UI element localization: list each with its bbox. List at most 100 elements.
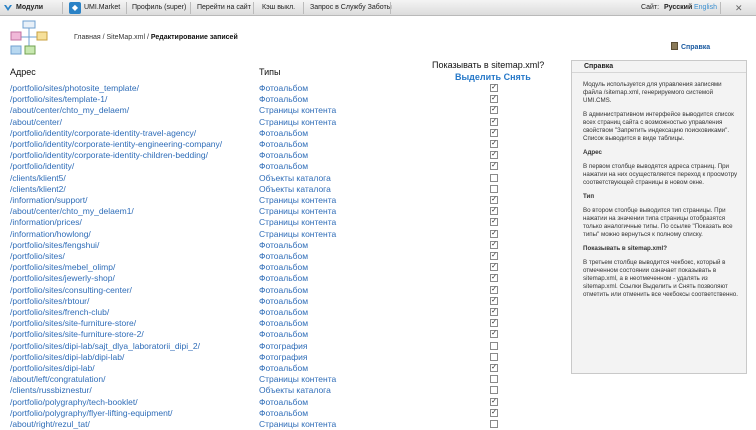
page-url-link[interactable]: /about/center/chto_my_delaem/ — [10, 105, 129, 116]
page-type-link[interactable]: Страницы контента — [259, 195, 336, 206]
clear-all-link[interactable]: Снять — [504, 72, 531, 82]
show-in-sitemap-checkbox[interactable] — [490, 375, 498, 384]
page-type-link[interactable]: Фотография — [259, 352, 307, 363]
page-url-link[interactable]: /about/right/rezul_tat/ — [10, 419, 90, 430]
page-type-link[interactable]: Объекты каталога — [259, 385, 331, 396]
page-url-link[interactable]: /portfolio/sites/ — [10, 251, 65, 262]
page-url-link[interactable]: /portfolio/sites/french-club/ — [10, 307, 109, 318]
page-type-link[interactable]: Страницы контента — [259, 206, 336, 217]
page-type-link[interactable]: Фотоальбом — [259, 397, 308, 408]
select-all-link[interactable]: Выделить — [455, 72, 501, 82]
show-in-sitemap-checkbox[interactable]: ✓ — [490, 330, 498, 339]
page-url-link[interactable]: /portfolio/sites/rbtour/ — [10, 296, 89, 307]
page-url-link[interactable]: /portfolio/sites/jewerly-shop/ — [10, 273, 115, 284]
page-url-link[interactable]: /portfolio/polygraphy/flyer-lifting-equi… — [10, 408, 173, 419]
page-url-link[interactable]: /information/support/ — [10, 195, 87, 206]
show-in-sitemap-checkbox[interactable] — [490, 341, 498, 350]
page-url-link[interactable]: /portfolio/sites/photosite_template/ — [10, 83, 139, 94]
page-url-link[interactable]: /portfolio/sites/consulting-center/ — [10, 285, 132, 296]
page-url-link[interactable]: /portfolio/sites/site-furniture-store/ — [10, 318, 136, 329]
page-url-link[interactable]: /portfolio/identity/ — [10, 161, 74, 172]
page-url-link[interactable]: /clients/klient5/ — [10, 173, 66, 184]
page-type-link[interactable]: Страницы контента — [259, 117, 336, 128]
page-type-link[interactable]: Фотоальбом — [259, 240, 308, 251]
page-url-link[interactable]: /clients/russbiznestur/ — [10, 385, 92, 396]
page-type-link[interactable]: Фотоальбом — [259, 363, 308, 374]
page-url-link[interactable]: /portfolio/sites/dipi-lab/ — [10, 363, 95, 374]
page-url-link[interactable]: /about/left/congratulation/ — [10, 374, 105, 385]
show-in-sitemap-checkbox[interactable]: ✓ — [490, 308, 498, 316]
show-in-sitemap-checkbox[interactable]: ✓ — [490, 117, 498, 126]
close-icon[interactable]: ✕ — [735, 0, 743, 16]
page-url-link[interactable]: /portfolio/sites/template-1/ — [10, 94, 107, 105]
show-in-sitemap-checkbox[interactable] — [490, 420, 498, 428]
show-in-sitemap-checkbox[interactable]: ✓ — [490, 95, 498, 104]
show-in-sitemap-checkbox[interactable]: ✓ — [490, 263, 498, 272]
page-type-link[interactable]: Фотоальбом — [259, 262, 308, 273]
show-in-sitemap-checkbox[interactable]: ✓ — [490, 218, 498, 227]
page-type-link[interactable]: Фотоальбом — [259, 83, 308, 94]
page-type-link[interactable]: Страницы контента — [259, 217, 336, 228]
page-url-link[interactable]: /clients/klient2/ — [10, 184, 66, 195]
page-type-link[interactable]: Фотоальбом — [259, 329, 308, 340]
page-url-link[interactable]: /portfolio/sites/site-furniture-store-2/ — [10, 329, 144, 340]
show-in-sitemap-checkbox[interactable]: ✓ — [490, 319, 498, 328]
page-type-link[interactable]: Фотоальбом — [259, 94, 308, 105]
page-type-link[interactable]: Фотоальбом — [259, 161, 308, 172]
page-type-link[interactable]: Страницы контента — [259, 229, 336, 240]
show-in-sitemap-checkbox[interactable]: ✓ — [490, 151, 498, 160]
page-url-link[interactable]: /portfolio/sites/dipi-lab/sajt_dlya_labo… — [10, 341, 200, 352]
page-type-link[interactable]: Фотоальбом — [259, 128, 308, 139]
lang-en[interactable]: English — [694, 0, 717, 16]
lang-ru[interactable]: Русский — [664, 0, 692, 16]
show-in-sitemap-checkbox[interactable]: ✓ — [490, 162, 498, 171]
show-in-sitemap-checkbox[interactable] — [490, 352, 498, 361]
page-url-link[interactable]: /information/howlong/ — [10, 229, 91, 240]
page-url-link[interactable]: /about/center/chto_my_delaem1/ — [10, 206, 134, 217]
show-in-sitemap-checkbox[interactable]: ✓ — [490, 207, 498, 216]
page-url-link[interactable]: /information/prices/ — [10, 217, 82, 228]
page-type-link[interactable]: Страницы контента — [259, 419, 336, 430]
show-in-sitemap-checkbox[interactable]: ✓ — [490, 296, 498, 305]
show-in-sitemap-checkbox[interactable]: ✓ — [490, 140, 498, 148]
show-in-sitemap-checkbox[interactable] — [490, 173, 498, 182]
show-in-sitemap-checkbox[interactable]: ✓ — [490, 229, 498, 238]
show-in-sitemap-checkbox[interactable]: ✓ — [490, 128, 498, 137]
show-in-sitemap-checkbox[interactable]: ✓ — [490, 84, 498, 92]
breadcrumb-home[interactable]: Главная — [74, 34, 101, 41]
page-url-link[interactable]: /portfolio/sites/fengshui/ — [10, 240, 99, 251]
page-type-link[interactable]: Фотоальбом — [259, 139, 308, 150]
help-link[interactable]: Справка — [671, 42, 710, 51]
modules-menu[interactable]: Модули — [16, 0, 43, 16]
show-in-sitemap-checkbox[interactable]: ✓ — [490, 285, 498, 294]
page-type-link[interactable]: Фотоальбом — [259, 296, 308, 307]
profile-link[interactable]: Профиль (super) — [132, 0, 186, 16]
show-in-sitemap-checkbox[interactable]: ✓ — [490, 106, 498, 115]
page-type-link[interactable]: Фотоальбом — [259, 408, 308, 419]
page-type-link[interactable]: Фотоальбом — [259, 251, 308, 262]
support-link[interactable]: Запрос в Службу Заботы — [310, 0, 392, 16]
page-url-link[interactable]: /portfolio/sites/dipi-lab/dipi-lab/ — [10, 352, 124, 363]
page-type-link[interactable]: Страницы контента — [259, 374, 336, 385]
page-url-link[interactable]: /portfolio/sites/mebel_olimp/ — [10, 262, 115, 273]
show-in-sitemap-checkbox[interactable]: ✓ — [490, 252, 498, 260]
page-type-link[interactable]: Фотоальбом — [259, 273, 308, 284]
page-type-link[interactable]: Объекты каталога — [259, 173, 331, 184]
page-url-link[interactable]: /about/center/ — [10, 117, 62, 128]
page-url-link[interactable]: /portfolio/identity/corporate-identity-c… — [10, 150, 208, 161]
page-url-link[interactable]: /portfolio/polygraphy/tech-booklet/ — [10, 397, 138, 408]
market-link[interactable]: UMI.Market — [84, 0, 120, 16]
show-in-sitemap-checkbox[interactable]: ✓ — [490, 397, 498, 406]
cache-toggle[interactable]: Кэш выкл. — [262, 0, 295, 16]
page-type-link[interactable]: Фотоальбом — [259, 285, 308, 296]
page-type-link[interactable]: Фотоальбом — [259, 318, 308, 329]
page-type-link[interactable]: Страницы контента — [259, 105, 336, 116]
show-in-sitemap-checkbox[interactable] — [490, 386, 498, 395]
help-link-label[interactable]: Справка — [681, 44, 710, 51]
page-url-link[interactable]: /portfolio/identity/corporate-ientity-en… — [10, 139, 222, 150]
show-in-sitemap-checkbox[interactable] — [490, 184, 498, 193]
page-type-link[interactable]: Фотоальбом — [259, 307, 308, 318]
show-in-sitemap-checkbox[interactable]: ✓ — [490, 364, 498, 372]
show-in-sitemap-checkbox[interactable]: ✓ — [490, 240, 498, 249]
market-icon[interactable]: ◆ — [69, 2, 81, 14]
